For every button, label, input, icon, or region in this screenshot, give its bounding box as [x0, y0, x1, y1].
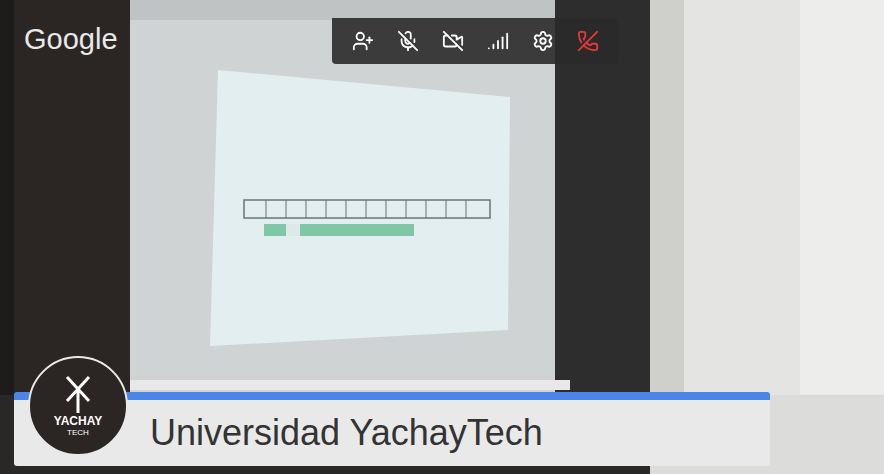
university-logo: YACHAYTECH [28, 356, 128, 456]
logo-mark-icon [61, 375, 95, 415]
mic-off-icon[interactable] [397, 30, 419, 52]
brand-logo: Google [24, 20, 118, 58]
logo-line: TECH [67, 428, 89, 438]
logo-line: YACHAY [54, 415, 102, 428]
camera-off-icon[interactable] [442, 30, 464, 52]
call-toolbar [332, 18, 618, 64]
signal-icon[interactable] [487, 30, 509, 52]
banner-title: Universidad YachayTech [150, 411, 543, 455]
gear-icon[interactable] [532, 30, 554, 52]
hang-up-icon[interactable] [577, 30, 599, 52]
video-call: Google Universidad YachayTech YACHAYTECH [0, 0, 884, 474]
add-person-icon[interactable] [352, 30, 374, 52]
